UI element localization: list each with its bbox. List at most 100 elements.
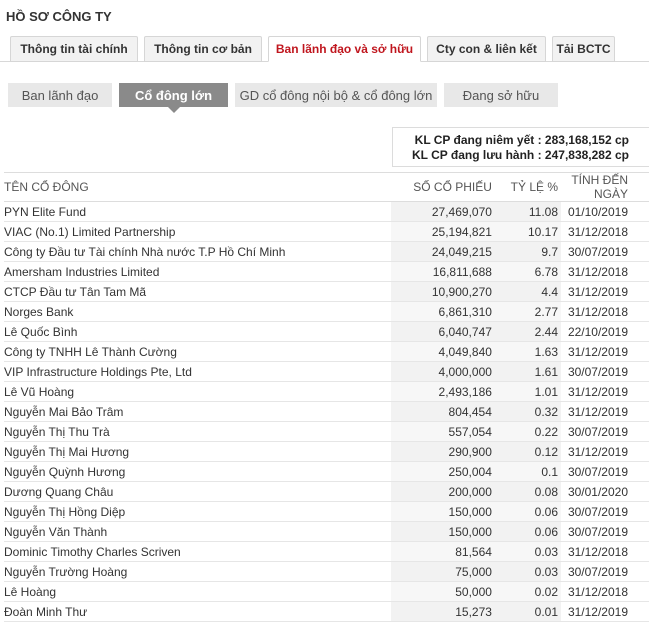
ownership-percent: 10.17: [491, 221, 562, 242]
share-count: 6,861,310: [391, 301, 492, 322]
share-count: 4,000,000: [391, 361, 492, 382]
table-header-row: TÊN CỔ ĐÔNG SỐ CỔ PHIẾU TỶ LỆ % TÍNH ĐẾN…: [4, 172, 649, 202]
as-of-date: 31/12/2019: [561, 601, 649, 622]
shareholder-name: Norges Bank: [4, 301, 392, 322]
table-row: Lê Hoàng 50,000 0.02 31/12/2018: [4, 581, 649, 602]
share-count: 250,004: [391, 461, 492, 482]
shareholder-name: Lê Quốc Bình: [4, 321, 392, 342]
shareholder-name: Dương Quang Châu: [4, 481, 392, 502]
shareholder-name: Nguyễn Thị Hồng Diệp: [4, 501, 392, 522]
table-row: Công ty TNHH Lê Thành Cường 4,049,840 1.63…: [4, 341, 649, 362]
subtab-management[interactable]: Ban lãnh đạo: [8, 83, 112, 107]
subtab-major-shareholders[interactable]: Cổ đông lớn: [119, 83, 228, 113]
share-count: 150,000: [391, 521, 492, 542]
share-count: 804,454: [391, 401, 492, 422]
ownership-percent: 0.08: [491, 481, 562, 502]
as-of-date: 30/07/2019: [561, 241, 649, 262]
shareholder-name: Lê Hoàng: [4, 581, 392, 602]
tab-subsidiaries[interactable]: Cty con & liên kết: [427, 36, 546, 62]
table-row: Lê Quốc Bình 6,040,747 2.44 22/10/2019: [4, 321, 649, 342]
shareholder-name: Nguyễn Trường Hoàng: [4, 561, 392, 582]
shareholder-name: Công ty Đầu tư Tài chính Nhà nước T.P Hồ…: [4, 241, 392, 262]
as-of-date: 31/12/2018: [561, 301, 649, 322]
table-row: VIAC (No.1) Limited Partnership 25,194,82…: [4, 221, 649, 242]
ownership-percent: 0.32: [491, 401, 562, 422]
ownership-percent: 11.08: [491, 201, 562, 222]
shareholder-name: Đoàn Minh Thư: [4, 601, 392, 622]
as-of-date: 31/12/2018: [561, 581, 649, 602]
share-count: 290,900: [391, 441, 492, 462]
share-count: 2,493,186: [391, 381, 492, 402]
shareholder-name: Nguyễn Mai Bảo Trâm: [4, 401, 392, 422]
listed-shares-label: KL CP đang niêm yết :: [414, 133, 542, 147]
ownership-percent: 0.01: [491, 601, 562, 622]
as-of-date: 31/12/2019: [561, 341, 649, 362]
share-count: 150,000: [391, 501, 492, 522]
share-count: 200,000: [391, 481, 492, 502]
header-percent: TỶ LỆ %: [491, 172, 562, 202]
as-of-date: 31/12/2019: [561, 381, 649, 402]
shareholder-name: Công ty TNHH Lê Thành Cường: [4, 341, 392, 362]
share-count: 15,273: [391, 601, 492, 622]
share-count: 16,811,688: [391, 261, 492, 282]
page-title: HỒ SƠ CÔNG TY: [6, 9, 112, 24]
share-count: 10,900,270: [391, 281, 492, 302]
as-of-date: 31/12/2019: [561, 441, 649, 462]
shareholder-name: Dominic Timothy Charles Scriven: [4, 541, 392, 562]
shareholder-name: Amersham Industries Limited: [4, 261, 392, 282]
ownership-percent: 0.06: [491, 501, 562, 522]
table-row: Công ty Đầu tư Tài chính Nhà nước T.P Hồ…: [4, 241, 649, 262]
as-of-date: 22/10/2019: [561, 321, 649, 342]
as-of-date: 31/12/2019: [561, 401, 649, 422]
header-name: TÊN CỔ ĐÔNG: [4, 172, 392, 202]
as-of-date: 30/07/2019: [561, 461, 649, 482]
outstanding-shares-line: KL CP đang lưu hành : 247,838,282 cp: [393, 148, 629, 163]
table-row: Lê Vũ Hoàng 2,493,186 1.01 31/12/2019: [4, 381, 649, 402]
shareholders-table: TÊN CỔ ĐÔNG SỐ CỔ PHIẾU TỶ LỆ % TÍNH ĐẾN…: [4, 172, 649, 622]
table-row: Nguyễn Trường Hoàng 75,000 0.03 30/07/2019: [4, 561, 649, 582]
as-of-date: 31/12/2018: [561, 261, 649, 282]
listed-shares-value: 283,168,152 cp: [544, 133, 629, 147]
as-of-date: 30/07/2019: [561, 521, 649, 542]
ownership-percent: 1.01: [491, 381, 562, 402]
tab-financial-info[interactable]: Thông tin tài chính: [10, 36, 138, 62]
as-of-date: 31/12/2018: [561, 541, 649, 562]
table-row: Nguyễn Mai Bảo Trâm 804,454 0.32 31/12/2019: [4, 401, 649, 422]
header-date: TÍNH ĐẾN NGÀY: [561, 172, 649, 202]
as-of-date: 31/12/2019: [561, 281, 649, 302]
header-shares: SỐ CỔ PHIẾU: [391, 172, 492, 202]
table-row: Norges Bank 6,861,310 2.77 31/12/2018: [4, 301, 649, 322]
subtab-holdings[interactable]: Đang sở hữu: [444, 83, 558, 107]
ownership-percent: 9.7: [491, 241, 562, 262]
tab-download-reports[interactable]: Tải BCTC: [552, 36, 615, 62]
shareholder-name: CTCP Đầu tư Tân Tam Mã: [4, 281, 392, 302]
as-of-date: 01/10/2019: [561, 201, 649, 222]
ownership-percent: 0.02: [491, 581, 562, 602]
share-count: 6,040,747: [391, 321, 492, 342]
share-count: 27,469,070: [391, 201, 492, 222]
shareholder-name: Nguyễn Văn Thành: [4, 521, 392, 542]
share-summary-box: KL CP đang niêm yết : 283,168,152 cp KL …: [392, 127, 649, 167]
sub-tabs: Ban lãnh đạo Cổ đông lớn GD cổ đông nội …: [8, 83, 565, 113]
ownership-percent: 0.22: [491, 421, 562, 442]
tab-basic-info[interactable]: Thông tin cơ bản: [144, 36, 262, 62]
subtab-insider-trading[interactable]: GD cổ đông nội bộ & cổ đông lớn: [235, 83, 437, 107]
main-tabs: Thông tin tài chính Thông tin cơ bản Ban…: [10, 36, 621, 62]
table-row: PYN Elite Fund 27,469,070 11.08 01/10/2019: [4, 201, 649, 222]
as-of-date: 30/07/2019: [561, 561, 649, 582]
tab-management-ownership[interactable]: Ban lãnh đạo và sở hữu: [268, 36, 421, 62]
shareholder-name: Lê Vũ Hoàng: [4, 381, 392, 402]
as-of-date: 30/07/2019: [561, 421, 649, 442]
table-row: Dương Quang Châu 200,000 0.08 30/01/2020: [4, 481, 649, 502]
ownership-percent: 1.63: [491, 341, 562, 362]
table-row: Nguyễn Văn Thành 150,000 0.06 30/07/2019: [4, 521, 649, 542]
table-row: VIP Infrastructure Holdings Pte, Ltd 4,00…: [4, 361, 649, 382]
ownership-percent: 0.12: [491, 441, 562, 462]
share-count: 25,194,821: [391, 221, 492, 242]
shareholder-name: VIP Infrastructure Holdings Pte, Ltd: [4, 361, 392, 382]
ownership-percent: 0.03: [491, 561, 562, 582]
share-count: 4,049,840: [391, 341, 492, 362]
ownership-percent: 0.1: [491, 461, 562, 482]
outstanding-shares-label: KL CP đang lưu hành :: [411, 148, 542, 162]
as-of-date: 30/01/2020: [561, 481, 649, 502]
